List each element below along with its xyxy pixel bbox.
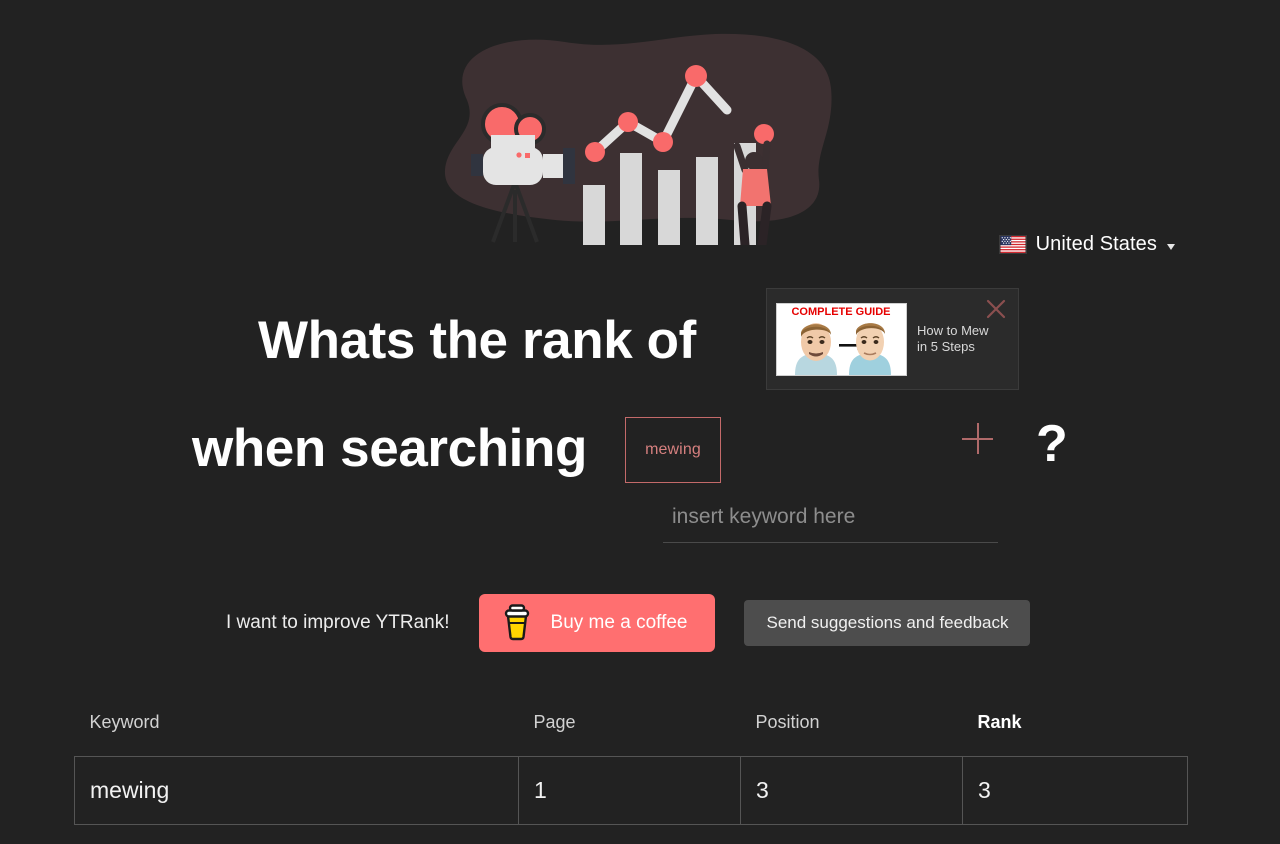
cell-position: 3 [740,756,963,825]
table-row: mewing 1 3 3 [74,756,1188,825]
results-table: Keyword Page Position Rank mewing 1 3 3 [74,700,1188,825]
keyword-input[interactable] [663,505,998,543]
video-result-card[interactable]: COMPLETE GUIDE How to Mew in 5 Steps [766,288,1019,390]
keyword-input-wrapper [663,505,998,543]
keyword-chip[interactable]: mewing [624,417,721,483]
improve-text: I want to improve YTRank! [226,612,450,633]
question-mark: ? [1036,415,1068,473]
add-keyword-button[interactable] [962,423,994,455]
chevron-down-icon [1167,243,1175,250]
keyword-chip-label: mewing [645,441,701,458]
table-header-row: Keyword Page Position Rank [75,700,1188,757]
column-header-page: Page [533,712,576,732]
hero-illustration [415,30,855,245]
headline-line-2: when searching [192,418,587,478]
headline-line-1: Whats the rank of [258,310,696,370]
close-icon[interactable] [983,296,1009,322]
column-header-position: Position [755,712,820,732]
cta-row: I want to improve YTRank! Buy me a coffe… [226,594,1031,652]
column-header-rank: Rank [977,712,1022,732]
country-selector[interactable]: United States [998,233,1175,256]
buy-me-a-coffee-button[interactable]: Buy me a coffee [478,594,716,652]
country-name: United States [1035,233,1157,255]
cell-keyword: mewing [74,756,519,825]
buy-me-a-coffee-label: Buy me a coffee [550,612,688,633]
video-card-title: How to Mew in 5 Steps [917,322,989,354]
send-feedback-button[interactable]: Send suggestions and feedback [744,600,1031,646]
thumbnail-banner-text: COMPLETE GUIDE [791,306,890,318]
cell-page: 1 [518,756,741,825]
us-flag-icon [998,235,1027,254]
coffee-cup-icon [502,603,532,644]
video-thumbnail: COMPLETE GUIDE [776,302,907,376]
headline: Whats the rank of when searching mewing [0,285,1280,483]
column-header-keyword: Keyword [89,712,160,732]
cell-rank: 3 [962,756,1188,825]
